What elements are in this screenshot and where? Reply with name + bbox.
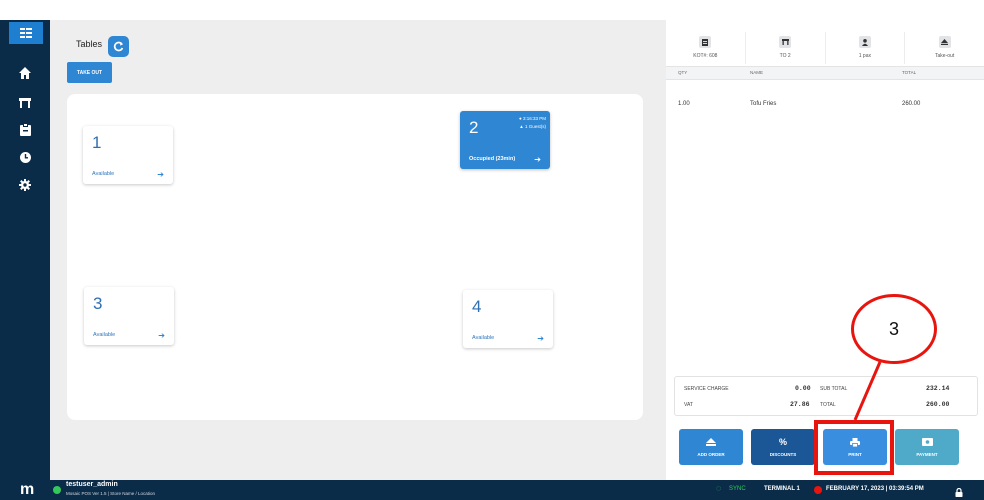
version-info: Mosaic POS Ver 1.5 | Store Name / Locati… [66,491,155,496]
status-bar: m testuser_admin Mosaic POS Ver 1.5 | St… [0,480,984,500]
lock-icon[interactable] [955,484,963,500]
app-logo: m [20,481,35,498]
step-callout: 3 [851,294,937,364]
print-highlight-box [814,420,894,475]
online-status-icon [53,486,61,494]
step-number: 3 [888,318,899,339]
terminal-label: TERMINAL 1 [764,486,800,492]
pos-screen: Tables TAKE OUT 1 Available ➔ 2 ● 3:16:3… [0,0,984,500]
username[interactable]: testuser_admin [66,481,118,488]
sync-status[interactable]: SYNC [729,486,746,492]
date-time: FEBRUARY 17, 2023 | 03:39:54 PM [826,486,924,492]
alert-dot-icon [814,486,822,494]
sync-icon: ◌ [716,483,722,493]
